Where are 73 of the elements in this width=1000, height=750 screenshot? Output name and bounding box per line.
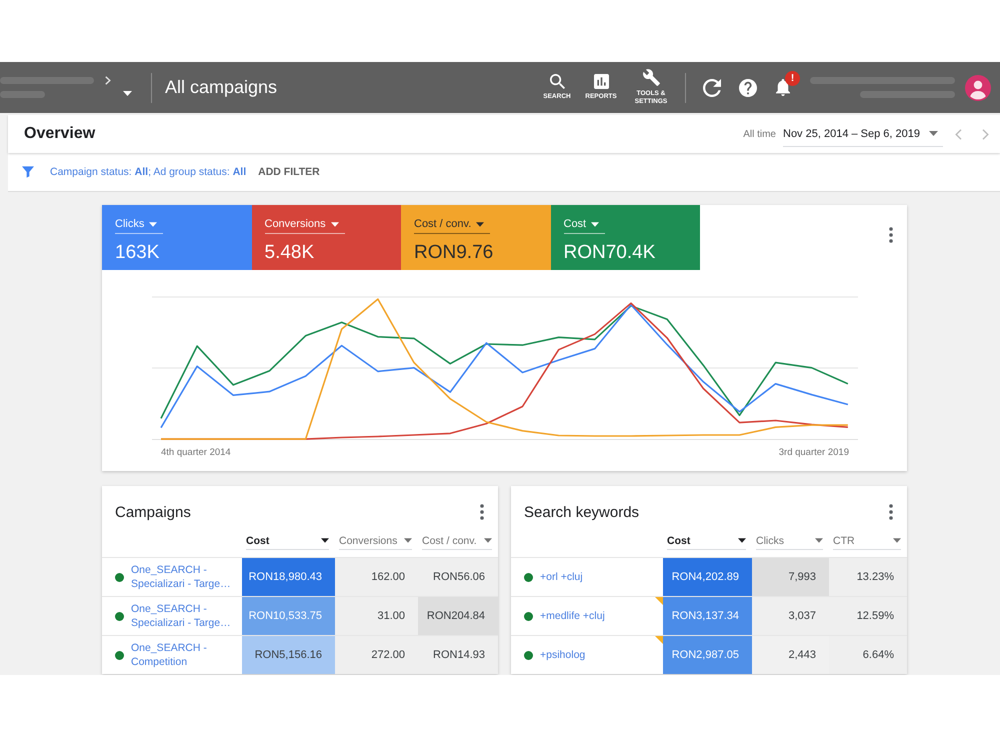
- keyword-link[interactable]: +medlife +cluj: [540, 609, 605, 623]
- table-cell: 3,037: [752, 597, 829, 635]
- help-icon[interactable]: [739, 78, 757, 96]
- table-cell: 6.64%: [829, 636, 907, 674]
- date-range-label: All time: [743, 128, 776, 140]
- table-cell: RON56.06: [418, 558, 498, 596]
- metric-value: RON70.4K: [564, 242, 656, 264]
- caret-icon[interactable]: [123, 91, 132, 96]
- caret-icon: [893, 538, 901, 543]
- caret-icon: [149, 222, 158, 226]
- campaign-link[interactable]: One_SEARCH - Competition: [131, 641, 239, 669]
- caret-icon: [484, 538, 492, 543]
- campaign-link[interactable]: One_SEARCH - Specializari - Targe…: [131, 563, 239, 591]
- axis-label: 4th quarter 2014: [161, 447, 231, 460]
- table-cell: RON2,987.05: [663, 636, 752, 674]
- table-cell: 12.59%: [829, 597, 907, 635]
- caret-icon: [815, 538, 823, 543]
- metric-dropdown[interactable]: Cost: [564, 218, 606, 234]
- column-header[interactable]: CTR: [833, 534, 901, 550]
- filter-icon[interactable]: [22, 166, 34, 178]
- card-title: Search keywords: [524, 504, 640, 520]
- table-cell: 162.00: [335, 558, 418, 596]
- more-options-icon[interactable]: [480, 504, 484, 520]
- table-cell: RON14.93: [418, 636, 498, 674]
- column-header[interactable]: Conversions: [339, 534, 412, 550]
- metric-value: 163K: [115, 242, 160, 264]
- table-cell: 31.00: [335, 597, 418, 635]
- page-heading: Overview: [24, 125, 96, 143]
- table-cell: RON5,156.16: [242, 636, 335, 674]
- table-cell: 2,443: [752, 636, 829, 674]
- metric-dropdown[interactable]: Clicks: [115, 218, 164, 234]
- table-cell: RON204.84: [418, 597, 498, 635]
- table-cell: RON3,137.34: [663, 597, 752, 635]
- caret-icon: [404, 538, 412, 543]
- metric-value: 5.48K: [264, 242, 314, 264]
- table-cell: RON10,533.75: [242, 597, 335, 635]
- more-options-icon[interactable]: [889, 504, 893, 520]
- page-title: All campaigns: [165, 77, 278, 98]
- date-range-dropdown[interactable]: Nov 25, 2014 – Sep 6, 2019: [783, 121, 943, 147]
- chevron-right-icon[interactable]: [105, 76, 111, 85]
- metric-value: RON9.76: [414, 242, 494, 264]
- campaign-link[interactable]: One_SEARCH - Specializari - Targe…: [131, 602, 239, 630]
- table-cell: RON18,980.43: [242, 558, 335, 596]
- metric-dropdown[interactable]: Conversions: [264, 218, 345, 234]
- column-header[interactable]: Clicks: [756, 534, 823, 550]
- keyword-link[interactable]: +orl +cluj: [540, 570, 583, 584]
- filter-status-link[interactable]: Campaign status: All; Ad group status: All: [50, 166, 246, 178]
- caret-icon: [929, 131, 938, 136]
- caret-icon: [591, 222, 600, 226]
- notification-badge: !: [785, 71, 800, 86]
- axis-label: 3rd quarter 2019: [778, 447, 849, 460]
- keyword-link[interactable]: +psiholog: [540, 648, 586, 662]
- caret-icon: [738, 538, 746, 543]
- caret-icon: [330, 222, 339, 226]
- bell-icon[interactable]: [776, 79, 790, 96]
- search-icon: [550, 74, 564, 89]
- caret-icon: [321, 538, 329, 543]
- column-header[interactable]: Cost: [246, 534, 329, 550]
- refresh-icon[interactable]: [703, 78, 721, 96]
- column-header[interactable]: Cost: [667, 534, 746, 550]
- metric-dropdown[interactable]: Cost / conv.: [414, 218, 490, 234]
- table-cell: RON4,202.89: [663, 558, 752, 596]
- table-cell: 13.23%: [829, 558, 907, 596]
- more-options-icon[interactable]: [889, 227, 893, 243]
- avatar-icon[interactable]: [965, 74, 991, 100]
- column-header[interactable]: Cost / conv.: [422, 534, 492, 550]
- caret-icon: [476, 222, 484, 226]
- table-cell: 272.00: [335, 636, 418, 674]
- bar-chart-icon: [594, 74, 608, 89]
- table-cell: 7,993: [752, 558, 829, 596]
- add-filter-button[interactable]: ADD FILTER: [258, 164, 320, 180]
- card-title: Campaigns: [115, 504, 191, 520]
- wrench-icon: [642, 69, 660, 86]
